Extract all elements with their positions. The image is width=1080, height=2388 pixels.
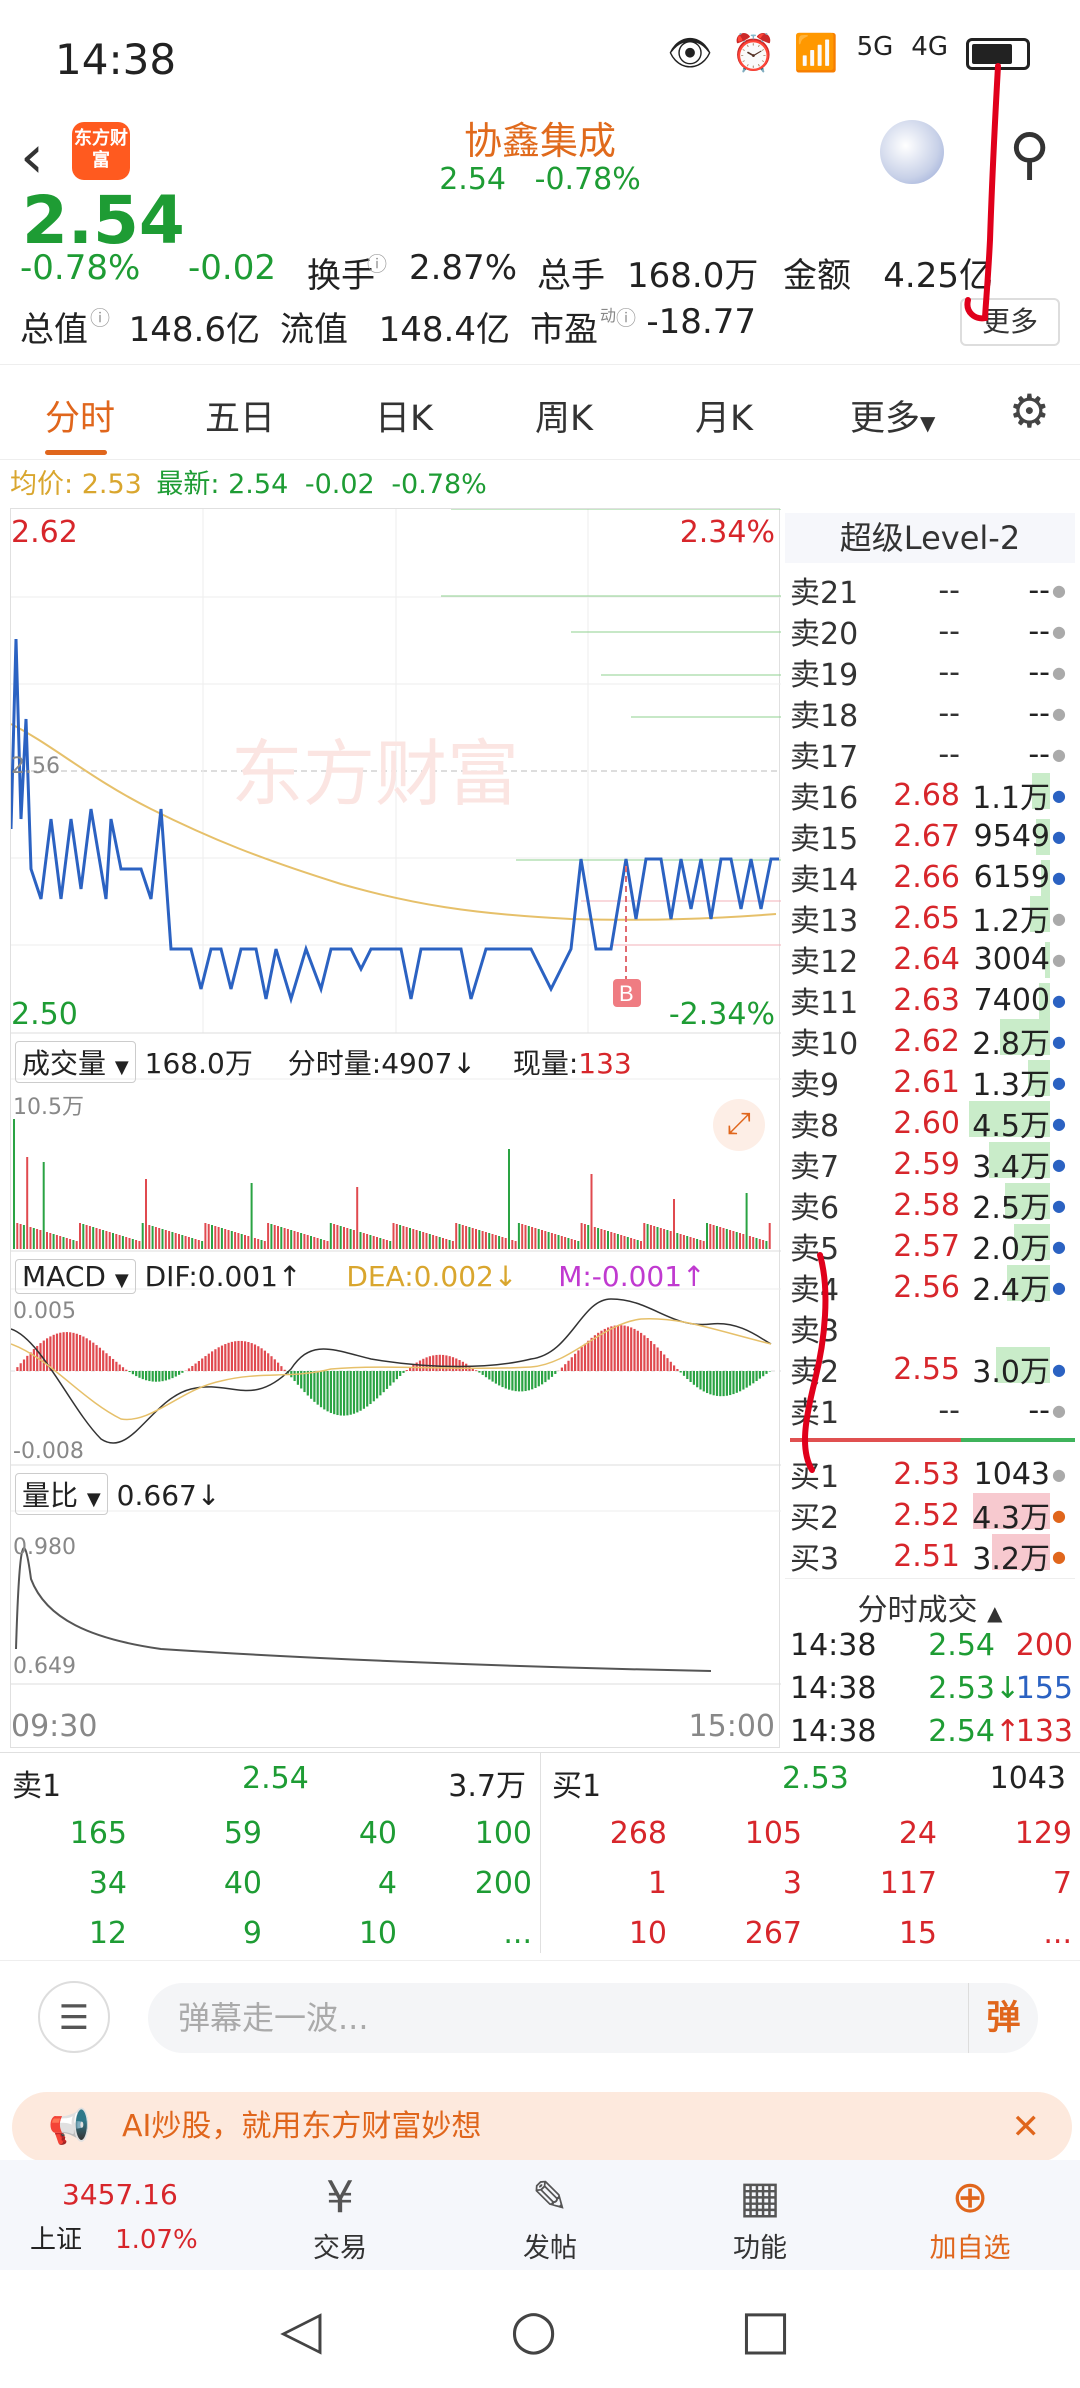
- annotation-scribbles: [801, 63, 1001, 1473]
